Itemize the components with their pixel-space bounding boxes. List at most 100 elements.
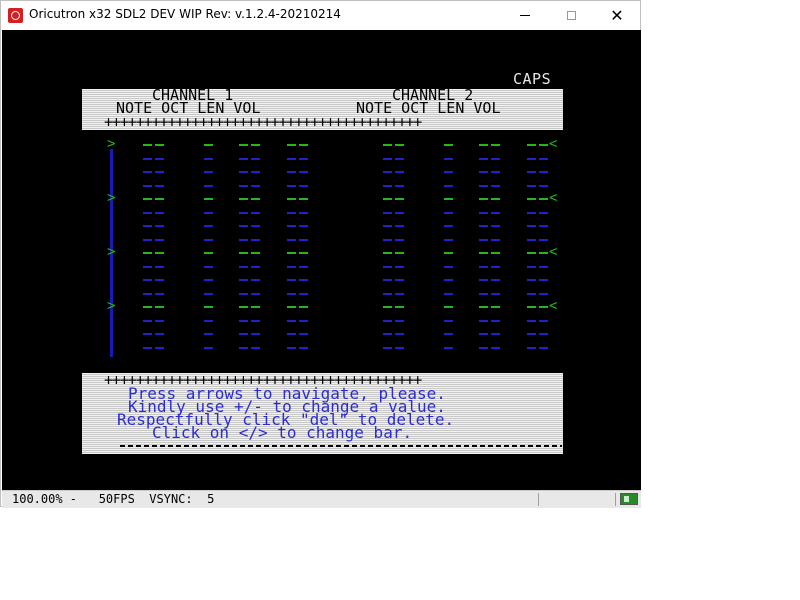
pattern-row[interactable]: > < (2, 191, 641, 207)
pattern-row[interactable] (2, 329, 641, 342)
pattern-cell-ch2-note[interactable] (383, 212, 405, 214)
pattern-cell-ch2-len[interactable] (479, 293, 501, 295)
pattern-cell-ch1-oct[interactable] (204, 239, 214, 241)
pattern-cell-ch2-len[interactable] (479, 347, 501, 349)
pattern-cell-ch1-len[interactable] (239, 279, 261, 281)
pattern-cell-ch1-oct[interactable] (204, 185, 214, 187)
pattern-cell-ch2-vol[interactable] (527, 333, 549, 335)
pattern-cell-ch1-note[interactable] (143, 266, 165, 268)
pattern-cell-ch2-len[interactable] (479, 212, 501, 214)
pattern-cell-ch1-len[interactable] (239, 144, 261, 146)
pattern-cell-ch2-oct[interactable] (444, 212, 454, 214)
pattern-cell-ch2-vol[interactable] (527, 171, 549, 173)
pattern-cell-ch2-note[interactable] (383, 306, 405, 308)
pattern-cell-ch1-len[interactable] (239, 198, 261, 200)
pattern-row[interactable] (2, 235, 641, 248)
pattern-cell-ch1-oct[interactable] (204, 198, 214, 200)
pattern-cell-ch1-vol[interactable] (287, 306, 309, 308)
emulator-screen[interactable]: CAPS CHANNEL 1 CHANNEL 2 NOTE OCT LEN VO… (2, 30, 641, 490)
pattern-cell-ch1-len[interactable] (239, 333, 261, 335)
pattern-cell-ch1-oct[interactable] (204, 225, 214, 227)
pattern-cell-ch1-note[interactable] (143, 252, 165, 254)
pattern-cell-ch1-vol[interactable] (287, 279, 309, 281)
pattern-row[interactable]: > < (2, 299, 641, 315)
pattern-cell-ch2-note[interactable] (383, 293, 405, 295)
pattern-cell-ch1-vol[interactable] (287, 198, 309, 200)
pattern-cell-ch2-oct[interactable] (444, 293, 454, 295)
pattern-cell-ch2-oct[interactable] (444, 347, 454, 349)
pattern-cell-ch2-vol[interactable] (527, 185, 549, 187)
pattern-cell-ch2-note[interactable] (383, 185, 405, 187)
pattern-cell-ch1-len[interactable] (239, 158, 261, 160)
pattern-cell-ch2-len[interactable] (479, 171, 501, 173)
pattern-cell-ch1-len[interactable] (239, 239, 261, 241)
pattern-cell-ch1-vol[interactable] (287, 347, 309, 349)
pattern-cell-ch2-oct[interactable] (444, 239, 454, 241)
pattern-cell-ch1-note[interactable] (143, 185, 165, 187)
pattern-row[interactable] (2, 275, 641, 288)
pattern-row[interactable] (2, 262, 641, 275)
pattern-cell-ch2-oct[interactable] (444, 158, 454, 160)
pattern-cell-ch1-oct[interactable] (204, 293, 214, 295)
pattern-cell-ch1-oct[interactable] (204, 306, 214, 308)
pattern-cell-ch2-vol[interactable] (527, 266, 549, 268)
pattern-cell-ch1-note[interactable] (143, 239, 165, 241)
pattern-cell-ch2-oct[interactable] (444, 266, 454, 268)
pattern-row[interactable] (2, 181, 641, 194)
pattern-cell-ch2-oct[interactable] (444, 225, 454, 227)
pattern-cell-ch1-vol[interactable] (287, 266, 309, 268)
pattern-cell-ch1-oct[interactable] (204, 347, 214, 349)
pattern-cell-ch1-oct[interactable] (204, 144, 214, 146)
pattern-cell-ch1-note[interactable] (143, 144, 165, 146)
pattern-cell-ch1-note[interactable] (143, 225, 165, 227)
pattern-cell-ch1-len[interactable] (239, 306, 261, 308)
pattern-row[interactable] (2, 343, 641, 356)
pattern-cell-ch1-note[interactable] (143, 347, 165, 349)
pattern-cell-ch1-len[interactable] (239, 293, 261, 295)
pattern-cell-ch2-len[interactable] (479, 333, 501, 335)
maximize-button[interactable] (548, 1, 594, 30)
pattern-cell-ch2-vol[interactable] (527, 225, 549, 227)
pattern-cell-ch2-note[interactable] (383, 320, 405, 322)
pattern-cell-ch2-vol[interactable] (527, 306, 549, 308)
pattern-cell-ch2-note[interactable] (383, 279, 405, 281)
pattern-row[interactable] (2, 154, 641, 167)
pattern-cell-ch1-len[interactable] (239, 252, 261, 254)
pattern-cell-ch2-len[interactable] (479, 158, 501, 160)
pattern-cell-ch2-vol[interactable] (527, 198, 549, 200)
pattern-cell-ch2-vol[interactable] (527, 252, 549, 254)
pattern-cell-ch2-vol[interactable] (527, 279, 549, 281)
pattern-row[interactable] (2, 316, 641, 329)
pattern-cell-ch1-vol[interactable] (287, 171, 309, 173)
pattern-cell-ch2-vol[interactable] (527, 293, 549, 295)
pattern-cell-ch1-len[interactable] (239, 185, 261, 187)
title-bar[interactable]: Oricutron x32 SDL2 DEV WIP Rev: v.1.2.4-… (1, 1, 640, 30)
pattern-cell-ch2-oct[interactable] (444, 279, 454, 281)
pattern-cell-ch2-len[interactable] (479, 225, 501, 227)
pattern-cell-ch2-note[interactable] (383, 252, 405, 254)
pattern-cell-ch2-len[interactable] (479, 239, 501, 241)
pattern-cell-ch2-note[interactable] (383, 198, 405, 200)
pattern-cell-ch1-vol[interactable] (287, 212, 309, 214)
pattern-cell-ch1-note[interactable] (143, 158, 165, 160)
pattern-cell-ch2-note[interactable] (383, 347, 405, 349)
pattern-cell-ch2-note[interactable] (383, 171, 405, 173)
pattern-cell-ch1-oct[interactable] (204, 171, 214, 173)
pattern-cell-ch1-oct[interactable] (204, 212, 214, 214)
pattern-cell-ch2-vol[interactable] (527, 239, 549, 241)
pattern-row[interactable] (2, 167, 641, 180)
pattern-cell-ch1-oct[interactable] (204, 333, 214, 335)
pattern-cell-ch1-len[interactable] (239, 171, 261, 173)
pattern-cell-ch1-len[interactable] (239, 212, 261, 214)
pattern-cell-ch1-vol[interactable] (287, 158, 309, 160)
pattern-row[interactable] (2, 208, 641, 221)
pattern-cell-ch1-len[interactable] (239, 225, 261, 227)
pattern-cell-ch2-len[interactable] (479, 198, 501, 200)
oricutron-app-icon[interactable] (8, 8, 23, 23)
pattern-cell-ch1-vol[interactable] (287, 252, 309, 254)
pattern-cell-ch1-note[interactable] (143, 198, 165, 200)
pattern-cell-ch1-note[interactable] (143, 333, 165, 335)
pattern-cell-ch1-vol[interactable] (287, 293, 309, 295)
pattern-cell-ch2-note[interactable] (383, 158, 405, 160)
pattern-cell-ch2-oct[interactable] (444, 171, 454, 173)
